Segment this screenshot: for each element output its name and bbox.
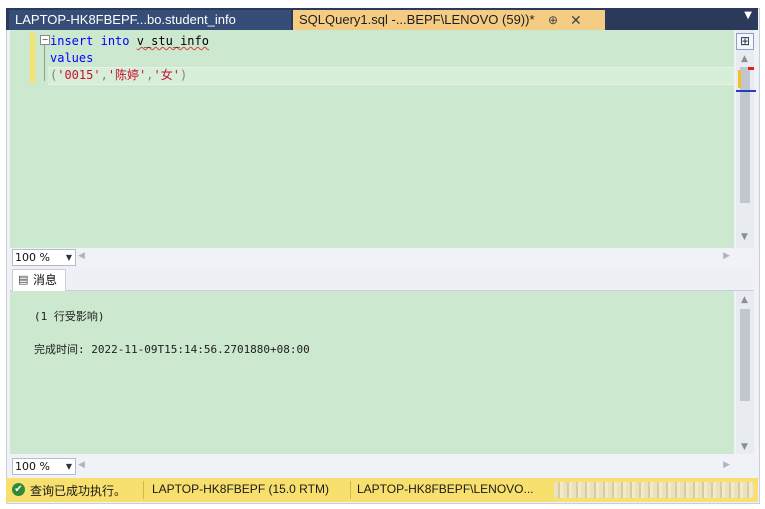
messages-pane[interactable]: (1 行受影响) 完成时间: 2022-11-09T15:14:56.27018… xyxy=(10,291,734,454)
collapse-toggle-icon[interactable]: − xyxy=(40,35,50,45)
scroll-down-icon[interactable]: ▼ xyxy=(741,232,748,242)
string-name: '陈婷' xyxy=(107,68,147,82)
keyword-values: values xyxy=(50,51,94,65)
editor-zoom-value: 100 % xyxy=(15,251,50,264)
keyword-insert: insert xyxy=(50,34,94,48)
editor-zoom-select[interactable]: 100 % ▼ xyxy=(12,249,76,266)
scroll-right-icon[interactable]: ▶ xyxy=(723,460,730,470)
identifier-view-name: v_stu_info xyxy=(136,34,209,48)
paren-close: ) xyxy=(179,68,188,82)
caret-position-marker xyxy=(736,90,756,92)
rows-affected-message: (1 行受影响) xyxy=(34,310,105,323)
results-zoom-select[interactable]: 100 % ▼ xyxy=(12,458,76,475)
error-marker xyxy=(748,67,754,70)
scroll-left-icon[interactable]: ◀ xyxy=(78,460,85,470)
tab-sqlquery1[interactable]: SQLQuery1.sql -...BEPF\LENOVO (59))* ⊕ ✕ xyxy=(293,10,605,30)
scroll-up-icon[interactable]: ▲ xyxy=(741,54,748,64)
scroll-right-icon[interactable]: ▶ xyxy=(723,251,730,261)
string-gender: '女' xyxy=(153,68,180,82)
changed-lines-marker xyxy=(30,33,35,83)
close-icon[interactable]: ✕ xyxy=(570,10,582,30)
chevron-down-icon: ▼ xyxy=(65,462,72,471)
scroll-left-icon[interactable]: ◀ xyxy=(78,251,85,261)
comma-2: , xyxy=(146,68,154,82)
comma-1: , xyxy=(100,68,108,82)
messages-icon: ▤ xyxy=(18,273,29,286)
tab-student-info[interactable]: LAPTOP-HK8FBEPF...bo.student_info xyxy=(9,10,291,30)
query-status-bar: ✔ 查询已成功执行。 LAPTOP-HK8FBEPF (15.0 RTM) LA… xyxy=(6,478,758,502)
results-zoom-value: 100 % xyxy=(15,460,50,473)
results-tab-bar: ▤ 消息 xyxy=(10,266,754,291)
editor-scroll-thumb[interactable] xyxy=(740,67,750,203)
outline-line xyxy=(44,45,45,81)
tab-student-info-label: LAPTOP-HK8FBEPF...bo.student_info xyxy=(15,12,236,27)
document-tab-strip: LAPTOP-HK8FBEPF...bo.student_info SQLQue… xyxy=(6,8,758,30)
login-info: LAPTOP-HK8FBEPF\LENOVO... xyxy=(357,482,534,496)
chevron-down-icon: ▼ xyxy=(65,253,72,262)
redacted-status-region xyxy=(554,482,754,498)
code-line-2: values xyxy=(50,50,93,66)
scroll-down-icon[interactable]: ▼ xyxy=(741,442,748,452)
split-view-icon[interactable]: ⊞ xyxy=(736,33,754,50)
server-info: LAPTOP-HK8FBEPF (15.0 RTM) xyxy=(152,482,329,496)
tab-messages[interactable]: ▤ 消息 xyxy=(12,269,66,291)
tab-messages-label: 消息 xyxy=(33,273,58,287)
results-zoom-bar: 100 % ▼ ◀ ▶ xyxy=(10,457,754,475)
messages-scroll-thumb[interactable] xyxy=(740,309,750,401)
code-line-3: ('0015','陈婷','女') xyxy=(50,67,187,83)
scroll-up-icon[interactable]: ▲ xyxy=(741,295,748,305)
query-status-text: 查询已成功执行。 xyxy=(30,484,127,498)
completion-time-message: 完成时间: 2022-11-09T15:14:56.2701880+08:00 xyxy=(34,343,310,356)
pin-icon[interactable]: ⊕ xyxy=(548,10,558,30)
status-divider xyxy=(143,481,144,499)
string-id: '0015' xyxy=(57,68,101,82)
code-line-1: insert into v_stu_info xyxy=(50,33,209,49)
tab-sqlquery1-label: SQLQuery1.sql -...BEPF\LENOVO (59))* xyxy=(299,12,535,27)
keyword-into: into xyxy=(100,34,130,48)
change-marker xyxy=(738,70,741,88)
editor-zoom-bar: 100 % ▼ ◀ ▶ xyxy=(10,248,754,266)
status-divider xyxy=(350,481,351,499)
sql-editor[interactable]: − insert into v_stu_info values ('0015',… xyxy=(10,30,734,248)
tab-overflow-icon[interactable]: ▼ xyxy=(744,10,752,21)
success-check-icon: ✔ xyxy=(12,483,25,496)
